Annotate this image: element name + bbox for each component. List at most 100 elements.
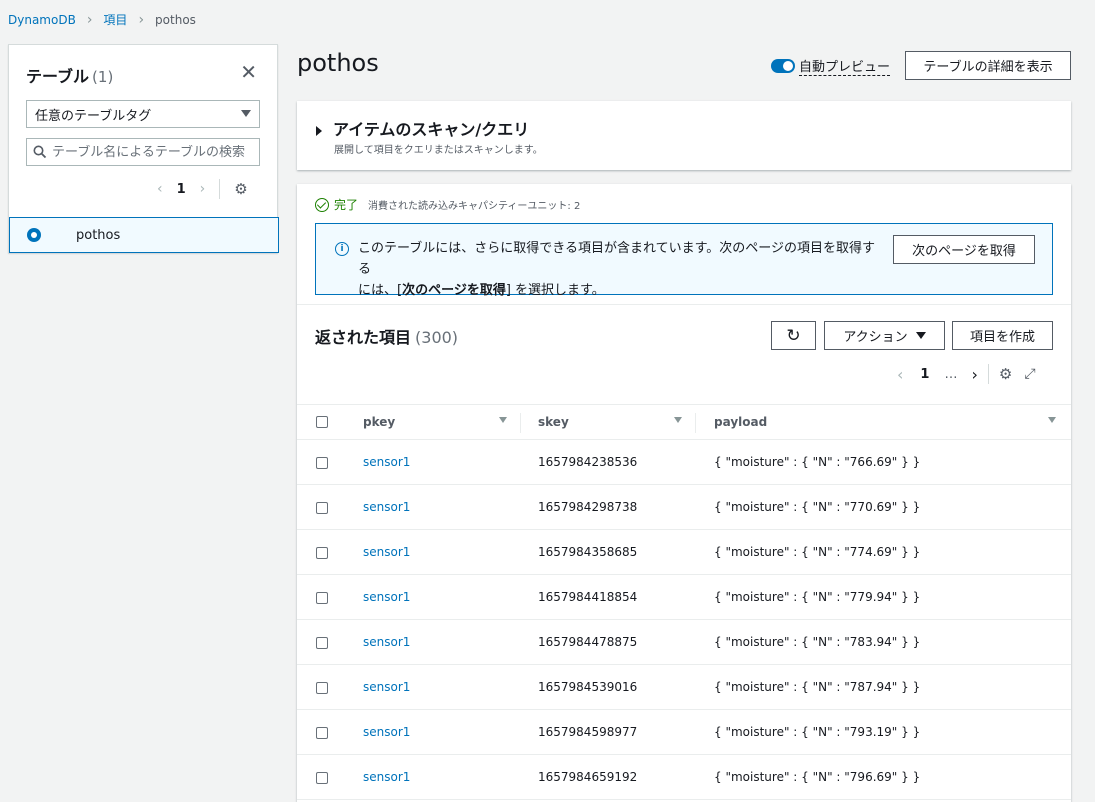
info-message-pre: には、[ [358, 283, 403, 298]
table-row[interactable]: sensor1 1657984418854 { "moisture" : { "N"… [297, 575, 1071, 620]
scan-query-description: 展開して項目をクエリまたはスキャンします。 [334, 145, 543, 156]
info-message-line1: このテーブルには、さらに取得できる項目が含まれています。次のページの項目を取得す… [358, 241, 876, 277]
view-table-details-button[interactable]: テーブルの詳細を表示 [905, 51, 1071, 80]
column-divider[interactable] [695, 413, 696, 433]
get-next-page-button[interactable]: 次のページを取得 [893, 235, 1035, 264]
sidebar-table-item-pothos[interactable]: pothos [9, 217, 279, 253]
table-row[interactable]: sensor1 1657984539016 { "moisture" : { "N"… [297, 665, 1071, 710]
caret-right-icon[interactable] [316, 126, 322, 136]
table-tag-select-value: 任意のテーブルタグ [35, 109, 152, 124]
create-item-button[interactable]: 項目を作成 [952, 321, 1053, 350]
cell-pkey-link[interactable]: sensor1 [363, 590, 410, 604]
table-header-row: pkey skey payload [297, 404, 1071, 440]
row-checkbox[interactable] [316, 502, 328, 514]
auto-preview-label[interactable]: 自動プレビュー [799, 56, 891, 76]
chevron-left-icon[interactable]: ‹ [157, 181, 163, 197]
cell-pkey-link[interactable]: sensor1 [363, 725, 410, 739]
refresh-icon: ↻ [786, 325, 801, 346]
column-header-skey[interactable]: skey [538, 415, 569, 429]
row-checkbox[interactable] [316, 457, 328, 469]
info-message-line2: には、[次のページを取得] を選択します。 [358, 280, 878, 301]
chevron-left-icon[interactable]: ‹ [897, 365, 903, 384]
select-all-checkbox[interactable] [316, 416, 328, 428]
refresh-button[interactable]: ↻ [771, 321, 816, 350]
chevron-right-icon: › [138, 11, 145, 28]
table-row[interactable]: sensor1 1657984358685 { "moisture" : { "N"… [297, 530, 1071, 575]
row-checkbox[interactable] [316, 727, 328, 739]
divider [297, 304, 1071, 305]
gear-icon[interactable]: ⚙ [234, 180, 247, 198]
table-body: sensor1 1657984238536 { "moisture" : { "N"… [297, 440, 1071, 800]
cell-pkey-link[interactable]: sensor1 [363, 680, 410, 694]
row-checkbox[interactable] [316, 547, 328, 559]
cell-skey: 1657984598977 [538, 725, 638, 739]
cell-skey: 1657984478875 [538, 635, 638, 649]
breadcrumb-dynamodb-link[interactable]: DynamoDB [8, 13, 76, 27]
cell-payload: { "moisture" : { "N" : "770.69" } } [714, 500, 921, 514]
table-row[interactable]: sensor1 1657984598977 { "moisture" : { "N"… [297, 710, 1071, 755]
row-checkbox[interactable] [316, 592, 328, 604]
breadcrumb: DynamoDB › 項目 › pothos [8, 11, 196, 28]
table-row[interactable]: sensor1 1657984298738 { "moisture" : { "N"… [297, 485, 1071, 530]
chevron-right-icon[interactable]: › [200, 181, 206, 197]
items-table: pkey skey payload sensor1 1657984238536 { … [297, 404, 1071, 800]
row-checkbox[interactable] [316, 682, 328, 694]
sort-caret-icon[interactable] [674, 417, 682, 423]
cell-pkey-link[interactable]: sensor1 [363, 635, 410, 649]
table-row[interactable]: sensor1 1657984659192 { "moisture" : { "N"… [297, 755, 1071, 800]
scan-query-panel[interactable]: アイテムのスキャン/クエリ 展開して項目をクエリまたはスキャンします。 [297, 101, 1071, 170]
cell-payload: { "moisture" : { "N" : "766.69" } } [714, 455, 921, 469]
actions-button-label: アクション [843, 330, 908, 345]
table-row[interactable]: sensor1 1657984238536 { "moisture" : { "N"… [297, 440, 1071, 485]
cell-skey: 1657984659192 [538, 770, 638, 784]
results-page-number[interactable]: 1 [920, 367, 929, 382]
table-search-box [26, 138, 260, 166]
cell-skey: 1657984358685 [538, 545, 638, 559]
cell-pkey-link[interactable]: sensor1 [363, 545, 410, 559]
row-checkbox[interactable] [316, 637, 328, 649]
pagination-ellipsis: … [944, 366, 958, 382]
cell-pkey-link[interactable]: sensor1 [363, 455, 410, 469]
divider [219, 179, 221, 199]
column-divider[interactable] [520, 413, 521, 433]
results-panel: 完了 消費された読み込みキャパシティーユニット: 2 i このテーブルには、さら… [297, 184, 1071, 802]
returned-items-count: (300) [415, 328, 459, 347]
cell-skey: 1657984418854 [538, 590, 638, 604]
scan-query-title[interactable]: アイテムのスキャン/クエリ [333, 116, 529, 140]
table-search-input[interactable] [52, 144, 257, 160]
auto-preview-toggle[interactable] [771, 59, 795, 73]
radio-selected-icon[interactable] [27, 228, 41, 242]
returned-items-title: 返された項目 (300) [315, 324, 458, 348]
column-header-pkey[interactable]: pkey [363, 415, 395, 429]
sidebar-table-item-label: pothos [76, 227, 121, 243]
info-icon: i [335, 242, 349, 256]
sort-caret-icon[interactable] [499, 417, 507, 423]
success-check-icon [315, 197, 329, 212]
cell-payload: { "moisture" : { "N" : "783.94" } } [714, 635, 921, 649]
cell-pkey-link[interactable]: sensor1 [363, 500, 410, 514]
breadcrumb-items-link[interactable]: 項目 [103, 11, 127, 28]
sidebar-title-text: テーブル [26, 67, 90, 86]
actions-dropdown-button[interactable]: アクション [824, 321, 945, 350]
column-header-payload[interactable]: payload [714, 415, 767, 429]
gear-icon[interactable]: ⚙ [999, 365, 1012, 383]
cell-payload: { "moisture" : { "N" : "787.94" } } [714, 680, 921, 694]
chevron-right-icon[interactable]: › [971, 365, 977, 384]
info-message-bold: 次のページを取得 [402, 283, 506, 298]
scan-status: 完了 消費された読み込みキャパシティーユニット: 2 [315, 196, 580, 213]
cell-payload: { "moisture" : { "N" : "796.69" } } [714, 770, 921, 784]
row-checkbox[interactable] [316, 772, 328, 784]
fullscreen-icon[interactable]: ⤢ [1024, 366, 1035, 382]
sidebar-pagination: ‹ 1 › ⚙ [157, 179, 248, 199]
cell-pkey-link[interactable]: sensor1 [363, 770, 410, 784]
close-icon[interactable]: ✕ [240, 62, 257, 82]
breadcrumb-current: pothos [155, 12, 196, 27]
info-message-post: ] を選択します。 [505, 283, 605, 298]
table-row[interactable]: sensor1 1657984478875 { "moisture" : { "N"… [297, 620, 1071, 665]
sidebar-page-number[interactable]: 1 [177, 182, 186, 197]
chevron-right-icon: › [86, 11, 93, 28]
caret-down-icon [241, 110, 251, 117]
sidebar-table-count: (1) [92, 68, 114, 86]
sort-caret-icon[interactable] [1048, 417, 1056, 423]
table-tag-select[interactable]: 任意のテーブルタグ [26, 100, 260, 128]
